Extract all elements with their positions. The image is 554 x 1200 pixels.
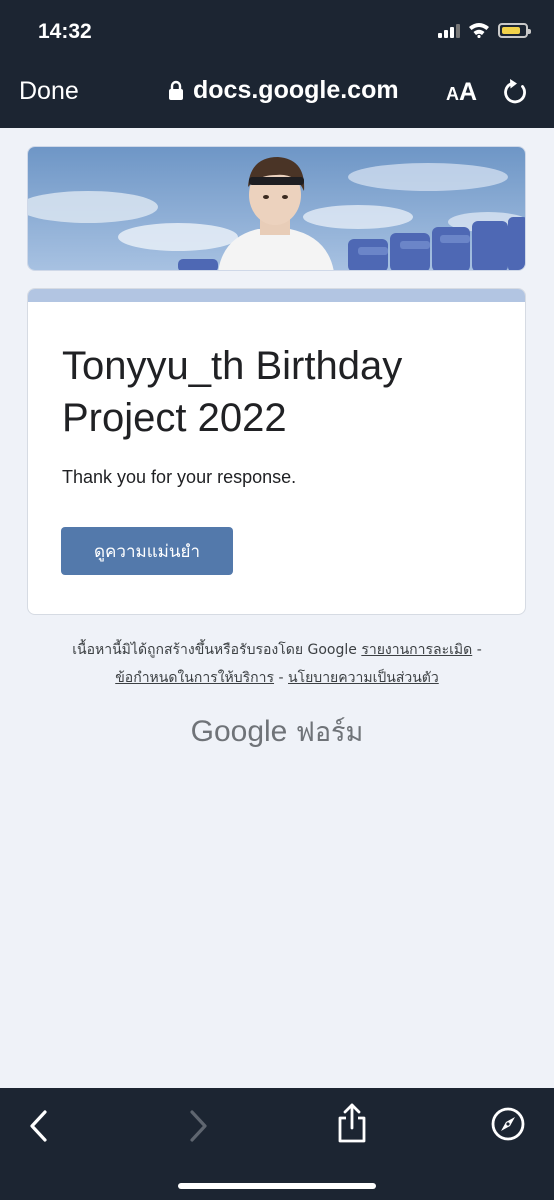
- url-text: docs.google.com: [193, 76, 399, 104]
- url-field[interactable]: docs.google.com: [168, 76, 399, 105]
- done-button[interactable]: Done: [19, 77, 79, 106]
- battery-icon: [498, 22, 531, 38]
- disclaimer-text: เนื้อหานี้มิได้ถูกสร้างขึ้นหรือรับรองโดย…: [72, 642, 357, 658]
- view-accuracy-button[interactable]: ดูความแม่นยำ: [61, 527, 233, 575]
- text-size-button[interactable]: AA: [446, 78, 477, 107]
- confirmation-card: Tonyyu_th Birthday Project 2022 Thank yo…: [27, 288, 526, 615]
- google-forms-logo[interactable]: Google ฟอร์ม: [0, 710, 554, 753]
- confirmation-message: Thank you for your response.: [62, 467, 297, 487]
- header-photo: [28, 147, 525, 270]
- card-accent-bar: [28, 289, 525, 302]
- share-icon: [338, 1103, 366, 1143]
- report-abuse-link[interactable]: รายงานการละเมิด: [361, 642, 472, 658]
- cellular-signal-icon: [438, 22, 460, 38]
- reload-button[interactable]: [502, 78, 528, 111]
- text-size-big-label: A: [459, 78, 478, 106]
- lock-icon: [169, 80, 183, 100]
- status-bar: 14:32: [0, 0, 554, 62]
- footer-separator: -: [278, 670, 284, 686]
- status-time: 14:32: [38, 20, 92, 43]
- status-icons: [438, 22, 531, 38]
- form-header-image: [27, 146, 526, 271]
- forward-button[interactable]: [185, 1108, 211, 1149]
- wifi-icon: [469, 23, 489, 38]
- share-button[interactable]: [334, 1102, 370, 1149]
- google-wordmark: Google: [190, 715, 288, 748]
- browser-toolbar: [0, 1088, 554, 1200]
- forward-icon: [190, 1110, 207, 1142]
- home-indicator: [178, 1183, 376, 1189]
- browser-nav-bar: Done docs.google.com AA: [0, 62, 554, 128]
- reload-icon: [504, 79, 526, 104]
- forms-wordmark: ฟอร์ม: [295, 717, 364, 748]
- compass-icon: [491, 1107, 525, 1141]
- back-button[interactable]: [26, 1108, 52, 1149]
- privacy-link[interactable]: นโยบายความเป็นส่วนตัว: [288, 670, 439, 686]
- footer-separator: -: [476, 642, 482, 658]
- open-in-safari-button[interactable]: [490, 1106, 526, 1147]
- form-title: Tonyyu_th Birthday Project 2022: [62, 344, 403, 440]
- footer-disclaimer: เนื้อหานี้มิได้ถูกสร้างขึ้นหรือรับรองโดย…: [40, 636, 514, 692]
- back-icon: [30, 1110, 47, 1142]
- text-size-small-label: A: [446, 84, 459, 104]
- terms-link[interactable]: ข้อกำหนดในการให้บริการ: [115, 670, 274, 686]
